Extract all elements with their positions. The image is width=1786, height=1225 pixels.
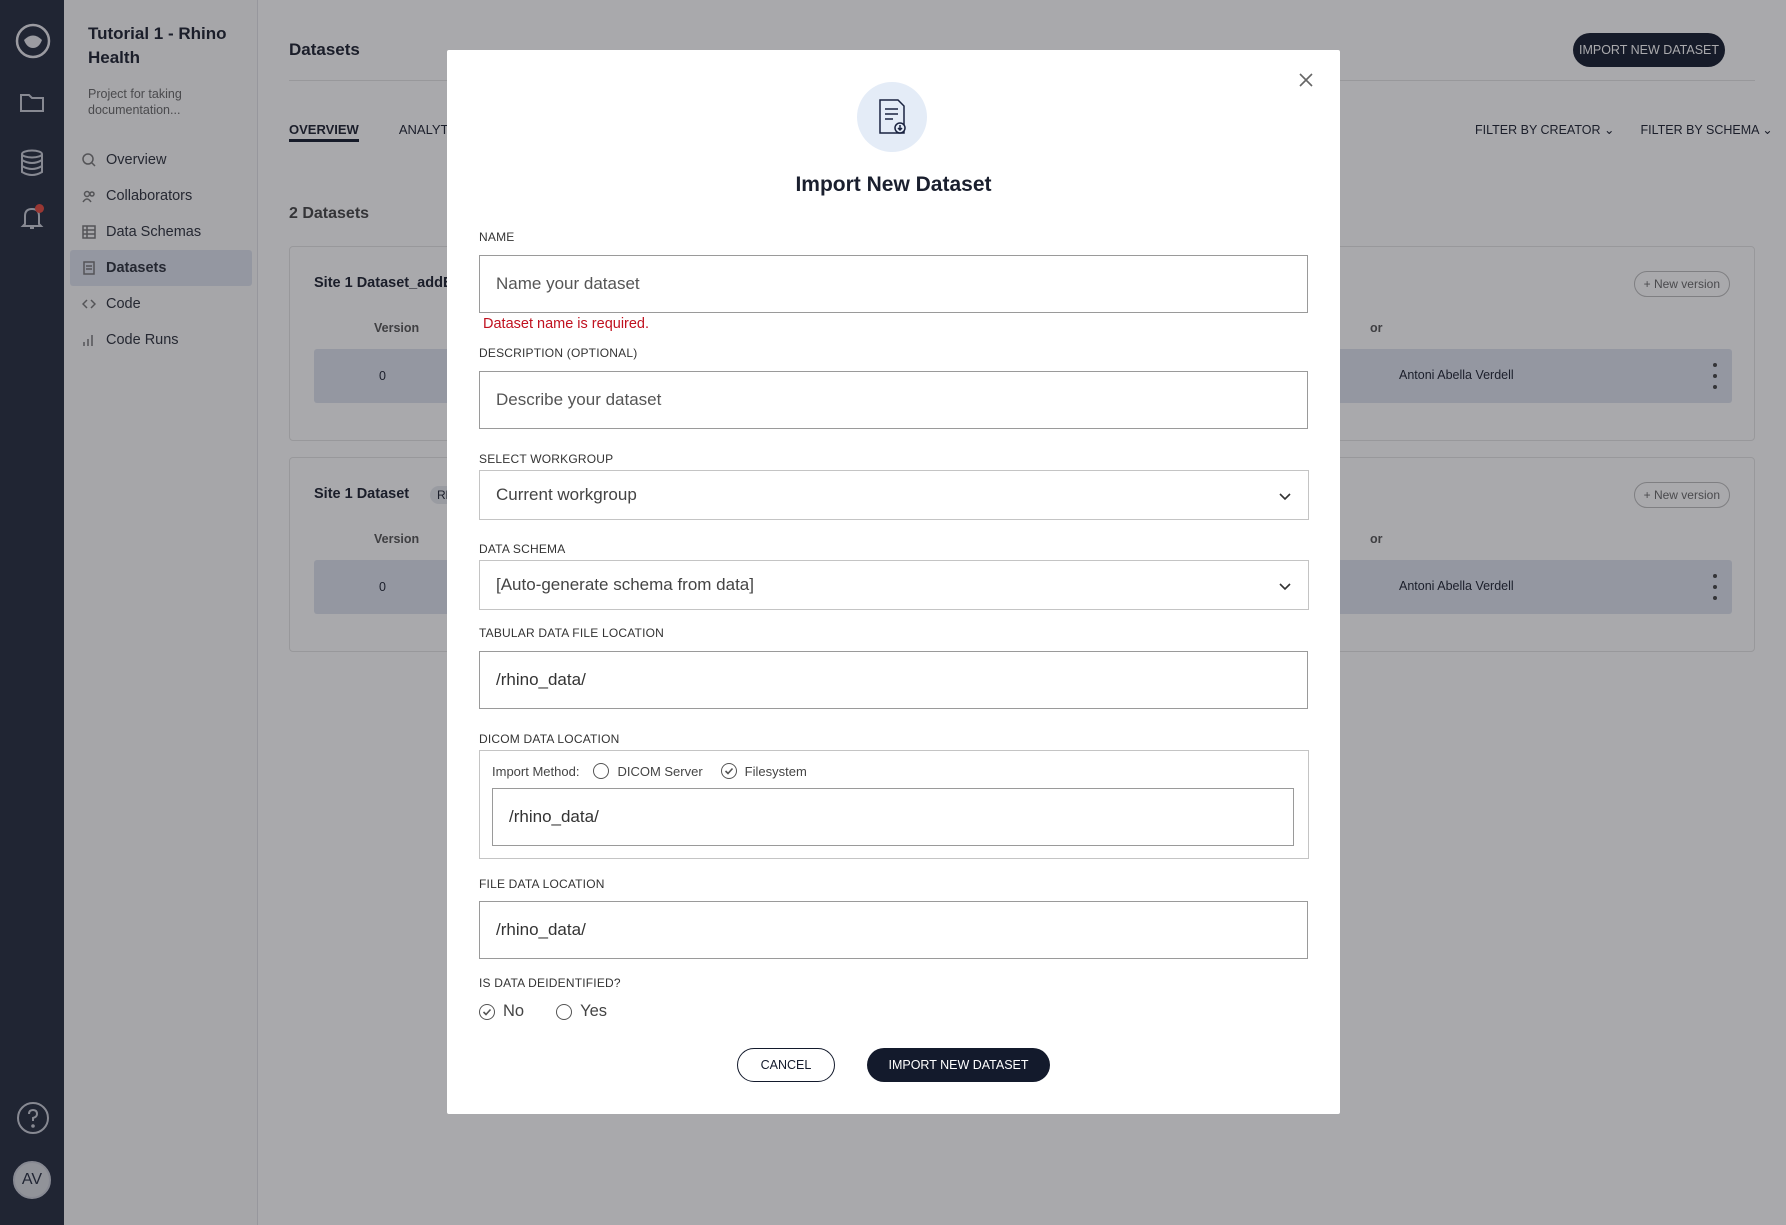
import-method-row: Import Method: DICOM Server Filesystem <box>492 763 825 779</box>
description-input[interactable] <box>479 371 1308 429</box>
dicom-location-label: DICOM DATA LOCATION <box>479 732 620 746</box>
close-icon[interactable] <box>1294 68 1318 92</box>
dataset-name-input[interactable] <box>479 255 1308 313</box>
tabular-location-label: TABULAR DATA FILE LOCATION <box>479 626 665 640</box>
modal-title: Import New Dataset <box>795 173 992 196</box>
yes-label[interactable]: Yes <box>580 1002 607 1021</box>
workgroup-select[interactable]: Current workgroup <box>479 470 1309 520</box>
radio-no[interactable] <box>479 1003 495 1020</box>
deidentified-radio-group: No Yes <box>479 1002 639 1021</box>
schema-label: DATA SCHEMA <box>479 542 566 556</box>
radio-yes[interactable] <box>556 1003 573 1020</box>
deidentified-option-yes[interactable]: Yes <box>556 1002 607 1021</box>
file-location-label: FILE DATA LOCATION <box>479 877 605 891</box>
description-label: DESCRIPTION (OPTIONAL) <box>479 346 638 360</box>
file-location-input[interactable]: /rhino_data/ <box>479 901 1308 959</box>
name-label: NAME <box>479 230 515 244</box>
workgroup-value: Current workgroup <box>496 485 637 504</box>
import-new-dataset-button[interactable]: IMPORT NEW DATASET <box>867 1048 1050 1082</box>
dicom-server-label[interactable]: DICOM Server <box>617 764 702 779</box>
cancel-button[interactable]: CANCEL <box>737 1048 835 1082</box>
chevron-down-icon <box>1278 488 1292 508</box>
tabular-location-input[interactable]: /rhino_data/ <box>479 651 1308 709</box>
import-dataset-modal: Import New Dataset NAME Dataset name is … <box>447 50 1340 1114</box>
workgroup-label: SELECT WORKGROUP <box>479 452 614 466</box>
chevron-down-icon <box>1278 578 1292 598</box>
filesystem-label[interactable]: Filesystem <box>745 764 807 779</box>
import-method-label: Import Method: <box>492 763 580 779</box>
radio-filesystem[interactable] <box>720 763 737 779</box>
deidentified-option-no[interactable]: No <box>479 1002 524 1021</box>
dicom-location-input[interactable]: /rhino_data/ <box>492 788 1294 846</box>
document-import-icon <box>857 82 927 152</box>
data-schema-select[interactable]: [Auto-generate schema from data] <box>479 560 1309 610</box>
radio-dicom-server[interactable] <box>593 763 610 779</box>
schema-value: [Auto-generate schema from data] <box>496 575 754 594</box>
name-error-message: Dataset name is required. <box>483 316 650 332</box>
no-label[interactable]: No <box>503 1002 524 1021</box>
deidentified-label: IS DATA DEIDENTIFIED? <box>479 976 621 990</box>
dicom-location-group: Import Method: DICOM Server Filesystem /… <box>479 750 1309 859</box>
